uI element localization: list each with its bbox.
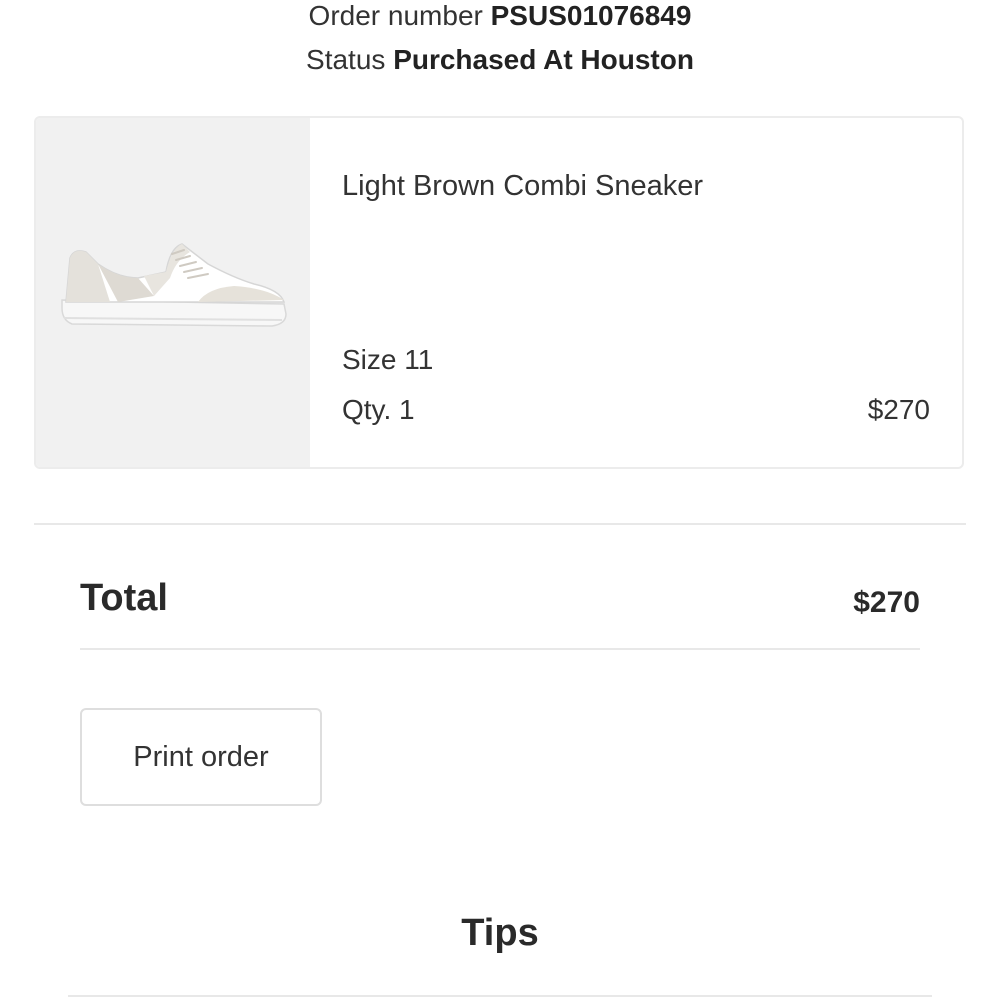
order-meta: Order number PSUS01076849 Status Purchas…	[0, 0, 1000, 82]
divider	[34, 523, 966, 525]
order-number-value: PSUS01076849	[490, 0, 692, 31]
order-status-line: Status Purchased At Houston	[0, 38, 1000, 82]
product-size: Size 11	[342, 344, 434, 375]
total-value: $270	[853, 586, 920, 619]
tips-heading: Tips	[461, 912, 539, 954]
divider	[80, 648, 920, 650]
order-status-value: Purchased At Houston	[393, 44, 694, 75]
order-status-label: Status	[306, 44, 386, 75]
divider	[68, 995, 932, 997]
print-order-button[interactable]: Print order	[80, 708, 322, 806]
order-detail-page: Order number PSUS01076849 Status Purchas…	[0, 0, 1000, 1000]
product-qty: Qty. 1	[342, 394, 415, 425]
order-number-line: Order number PSUS01076849	[0, 0, 1000, 38]
product-price: $270	[867, 394, 930, 425]
product-image[interactable]	[36, 118, 310, 467]
total-label: Total	[80, 577, 168, 619]
product-name[interactable]: Light Brown Combi Sneaker	[342, 170, 703, 203]
product-card[interactable]: Light Brown Combi Sneaker Size 11 Qty. 1…	[34, 116, 964, 469]
sneaker-image	[61, 243, 287, 327]
order-number-label: Order number	[308, 0, 483, 31]
